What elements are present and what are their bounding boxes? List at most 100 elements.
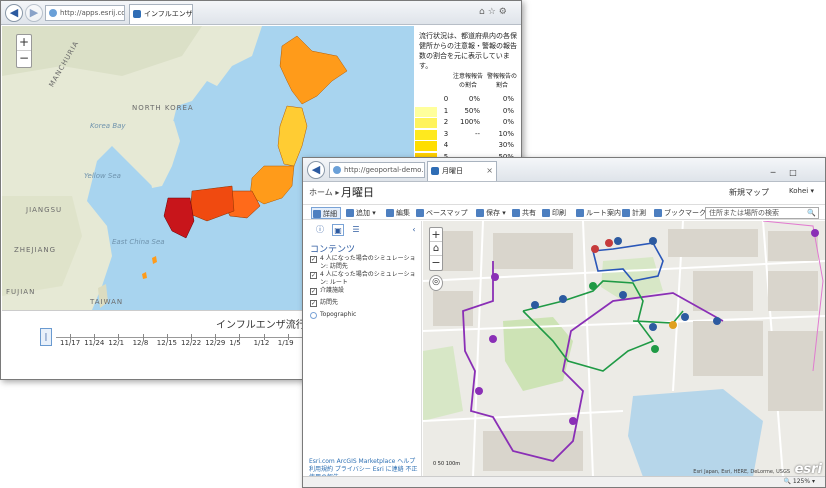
label-taiwan: TAIWAN bbox=[90, 298, 124, 306]
breadcrumb-home[interactable]: ホーム ▸ bbox=[309, 187, 339, 198]
legend-level: 1 bbox=[443, 106, 449, 115]
user-menu[interactable]: Kohei ▾ bbox=[789, 187, 814, 195]
map-zoom-control[interactable]: + − bbox=[16, 34, 32, 68]
address-bar[interactable]: http://geoportal-demo.mapa bbox=[329, 162, 425, 178]
home-icon[interactable]: ⌂ bbox=[430, 242, 442, 256]
zoom-level[interactable]: 🔍 125% ▾ bbox=[784, 478, 815, 485]
forward-icon[interactable]: ▶ bbox=[25, 4, 43, 22]
timeline-date-label[interactable]: 12/1 bbox=[108, 339, 124, 347]
label-east-china-sea: East China Sea bbox=[112, 238, 165, 246]
legend-advisory: 0% bbox=[468, 95, 480, 103]
timeline-date-label[interactable]: 1/19 bbox=[278, 339, 294, 347]
legend-row: 2 100% 0% bbox=[414, 117, 521, 128]
layer-item[interactable]: ✓ 介護施設 bbox=[310, 287, 418, 295]
scale-bar: 0 50 100m bbox=[433, 461, 461, 467]
legend-description: 流行状況は、都道府県内の各保健所からの注意報・警報の報告数の割合を元に表示してい… bbox=[419, 32, 517, 70]
globe-icon bbox=[49, 9, 57, 17]
layer-checkbox[interactable]: ✓ bbox=[310, 256, 317, 263]
timeline-date-label[interactable]: 12/15 bbox=[157, 339, 177, 347]
tab-monday[interactable]: 月曜日 × bbox=[427, 161, 497, 181]
legend-col-warning: 警報報告の割合 bbox=[486, 73, 517, 89]
add-button[interactable]: 追加 ▾ bbox=[345, 207, 376, 219]
layer-checkbox[interactable]: ✓ bbox=[310, 288, 317, 295]
about-tab-icon[interactable]: ⓘ bbox=[314, 224, 326, 236]
app-header: ホーム ▸ 月曜日 新規マップ Kohei ▾ bbox=[303, 182, 825, 204]
window-controls[interactable]: ─□✕ bbox=[763, 160, 825, 200]
maximize-icon[interactable]: □ bbox=[783, 166, 803, 180]
legend-warning: 30% bbox=[498, 141, 514, 149]
back-icon[interactable]: ◀ bbox=[307, 161, 325, 179]
globe-icon bbox=[333, 166, 341, 174]
layer-item[interactable]: ✓ 訪問先 bbox=[310, 299, 418, 307]
zoom-in-button[interactable]: + bbox=[430, 228, 442, 242]
zoom-out-button[interactable]: − bbox=[17, 51, 31, 67]
legend-row: 3 -- 10% bbox=[414, 129, 521, 140]
timeline-date-label[interactable]: 11/24 bbox=[84, 339, 104, 347]
new-map-button[interactable]: 新規マップ bbox=[729, 187, 769, 198]
legend-advisory: 50% bbox=[464, 106, 480, 115]
layer-checkbox[interactable]: ✓ bbox=[310, 272, 317, 279]
legend-warning: 10% bbox=[498, 129, 514, 138]
hokkaido-region[interactable] bbox=[279, 35, 348, 105]
legend-swatch bbox=[415, 106, 437, 117]
label-zhejiang: ZHEJIANG bbox=[14, 246, 57, 254]
kyushu-region[interactable] bbox=[163, 197, 195, 239]
panel-tabs: ⓘ ▣ ☰ ‹ bbox=[310, 224, 420, 238]
legend-tab-icon[interactable]: ☰ bbox=[350, 224, 362, 236]
zoom-in-button[interactable]: + bbox=[17, 35, 31, 51]
map-title: 月曜日 bbox=[341, 186, 374, 199]
layer-item[interactable]: ✓ 4 人になった場合のシミュレーション: 訪問先 bbox=[310, 255, 418, 271]
chugoku-shikoku-region[interactable] bbox=[189, 185, 235, 222]
play-button[interactable]: | bbox=[40, 328, 52, 346]
map-zoom-control[interactable]: + ⌂ − bbox=[429, 227, 443, 271]
timeline-date-label[interactable]: 12/22 bbox=[181, 339, 201, 347]
details-button[interactable]: 詳細 bbox=[311, 207, 341, 219]
layer-label: Topographic bbox=[320, 311, 357, 318]
layer-label: 4 人になった場合のシミュレーション: ルート bbox=[320, 271, 416, 286]
legend-swatch bbox=[415, 118, 437, 128]
locate-icon[interactable]: ◎ bbox=[430, 276, 442, 290]
search-input[interactable]: 住所または場所の検索 🔍 bbox=[705, 207, 819, 219]
search-icon[interactable]: 🔍 bbox=[807, 208, 816, 218]
legend-advisory: -- bbox=[474, 129, 480, 138]
label-korea-bay: Korea Bay bbox=[90, 122, 126, 130]
contents-tab-icon[interactable]: ▣ bbox=[332, 224, 344, 236]
timeline-date-label[interactable]: 1/12 bbox=[254, 339, 270, 347]
tab-influenza[interactable]: インフルエンザ bbox=[129, 4, 193, 24]
legend-level: 4 bbox=[443, 141, 449, 149]
save-button[interactable]: 保存 ▾ bbox=[475, 207, 506, 219]
layer-label: 4 人になった場合のシミュレーション: 訪問先 bbox=[320, 255, 416, 270]
route-map[interactable]: + ⌂ − ◎ 0 50 100m Esri Japan, Esri, HERE… bbox=[423, 221, 825, 477]
layer-item[interactable]: ✓ 4 人になった場合のシミュレーション: ルート bbox=[310, 271, 418, 287]
timeline-date-label[interactable]: 12/29 bbox=[205, 339, 225, 347]
browser-statusbar: 🔍 125% ▾ bbox=[303, 476, 825, 487]
address-bar[interactable]: http://apps.esrij.com/influe bbox=[45, 5, 125, 21]
okinawa-region[interactable] bbox=[142, 256, 157, 279]
browser-titlebar: ◀ http://geoportal-demo.mapa 月曜日 × ─□✕ bbox=[303, 158, 825, 200]
browser-home-star-gear-icons[interactable]: ⌂☆⚙ bbox=[479, 7, 510, 17]
bookmark-button[interactable]: ブックマーク bbox=[653, 207, 706, 219]
basemap-button[interactable]: ベースマップ bbox=[415, 207, 467, 219]
print-button[interactable]: 印刷 bbox=[541, 207, 566, 219]
legend-swatch bbox=[415, 95, 437, 105]
back-icon[interactable]: ◀ bbox=[5, 4, 23, 22]
layer-item[interactable]: Topographic bbox=[310, 311, 418, 319]
esri-logo: esri bbox=[794, 462, 822, 477]
edit-button[interactable]: 編集 bbox=[385, 207, 410, 219]
timeline-date-label[interactable]: 12/8 bbox=[133, 339, 149, 347]
collapse-panel-icon[interactable]: ‹ bbox=[408, 224, 420, 236]
locate-button[interactable]: ◎ bbox=[429, 275, 443, 291]
legend-advisory: 100% bbox=[459, 118, 480, 126]
layer-checkbox[interactable]: ✓ bbox=[310, 300, 317, 307]
zoom-out-button[interactable]: − bbox=[430, 256, 442, 270]
timeline-date-label[interactable]: 11/17 bbox=[60, 339, 80, 347]
share-button[interactable]: 共有 bbox=[511, 207, 536, 219]
label-jiangsu: JIANGSU bbox=[26, 206, 63, 214]
legend-row: 1 50% 0% bbox=[414, 106, 521, 117]
minimize-icon[interactable]: ─ bbox=[763, 166, 783, 180]
tab-close-icon[interactable]: × bbox=[486, 162, 493, 180]
measure-button[interactable]: 計測 bbox=[621, 207, 646, 219]
route-button[interactable]: ルート案内 bbox=[575, 207, 621, 219]
kanto-chubu-region[interactable] bbox=[249, 165, 295, 205]
timeline-date-label[interactable]: 1/5 bbox=[229, 339, 240, 347]
